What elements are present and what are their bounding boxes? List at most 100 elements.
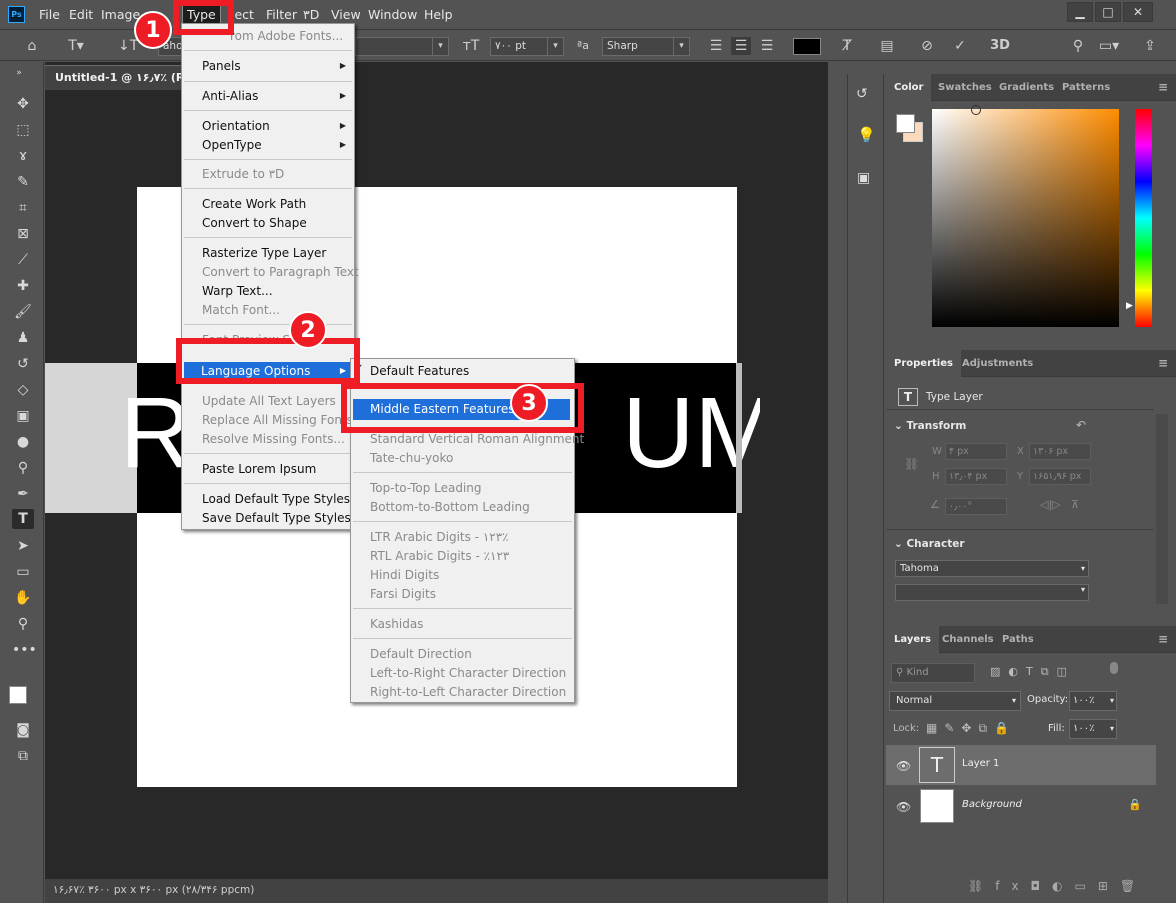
menu-window[interactable]: Window bbox=[368, 7, 417, 22]
fill-field[interactable]: ۱۰۰٪ ▾ bbox=[1069, 719, 1117, 739]
minimize-icon[interactable]: ▁ bbox=[1067, 2, 1093, 22]
transform-section-title[interactable]: ⌄ Transform bbox=[894, 420, 966, 432]
fg-color-chip[interactable] bbox=[896, 114, 915, 133]
history-brush-tool-icon[interactable]: ↺ bbox=[12, 354, 34, 374]
home-icon[interactable]: ⌂ bbox=[22, 37, 42, 55]
hue-slider[interactable] bbox=[1135, 109, 1152, 327]
menu-item-more-from-adobe-fonts[interactable]: rom Adobe Fonts... bbox=[230, 29, 343, 43]
character-font-field[interactable]: Tahoma ▾ bbox=[895, 560, 1089, 577]
menu-item-warp-text[interactable]: Warp Text... bbox=[202, 284, 273, 298]
brush-tool-icon[interactable]: 🖌 bbox=[12, 302, 34, 322]
layer-row-background[interactable]: 👁 Background 🔒 bbox=[886, 786, 1156, 826]
menu-item-orientation[interactable]: Orientation bbox=[202, 119, 270, 133]
character-panel-icon[interactable]: ▤ bbox=[877, 37, 897, 55]
3d-button[interactable]: 3D bbox=[988, 37, 1012, 55]
menu-item-save-default-type-styles[interactable]: Save Default Type Styles bbox=[202, 511, 351, 525]
tab-layers[interactable]: Layers bbox=[886, 626, 939, 653]
menu-item-extrude-to-3d[interactable]: Extrude to ۳D bbox=[202, 167, 284, 181]
rectangle-tool-icon[interactable]: ▭ bbox=[12, 562, 34, 582]
path-select-tool-icon[interactable]: ➤ bbox=[12, 536, 34, 556]
hand-tool-icon[interactable]: ✋ bbox=[12, 588, 34, 608]
share-icon[interactable]: ⇪ bbox=[1140, 37, 1160, 55]
submenu-item-default-direction[interactable]: Default Direction bbox=[370, 647, 472, 661]
submenu-item-standard-vertical[interactable]: Standard Vertical Roman Alignment bbox=[370, 432, 584, 446]
submenu-item-top-to-top-leading[interactable]: Top-to-Top Leading bbox=[370, 481, 482, 495]
stamp-tool-icon[interactable]: ♟ bbox=[12, 328, 34, 348]
x-field[interactable]: ۱۳۰۶ px bbox=[1029, 443, 1091, 460]
blend-mode-select[interactable]: Normal ▾ bbox=[889, 691, 1021, 711]
y-field[interactable]: ۱۶۵۱٫۹۶ px bbox=[1029, 468, 1091, 485]
menu-item-paste-lorem-ipsum[interactable]: Paste Lorem Ipsum bbox=[202, 462, 316, 476]
lock-icons[interactable]: ▦✎✥⧉🔒 bbox=[926, 721, 1016, 736]
submenu-item-farsi-digits[interactable]: Farsi Digits bbox=[370, 587, 436, 601]
pen-tool-icon[interactable]: ✒ bbox=[12, 484, 34, 504]
eraser-tool-icon[interactable]: ◇ bbox=[12, 380, 34, 400]
width-field[interactable]: ۴ px bbox=[945, 443, 1007, 460]
maximize-icon[interactable]: □ bbox=[1095, 2, 1121, 22]
character-style-field[interactable]: ▾ bbox=[895, 584, 1089, 601]
submenu-item-bottom-to-bottom-leading[interactable]: Bottom-to-Bottom Leading bbox=[370, 500, 530, 514]
gradient-tool-icon[interactable]: ▣ bbox=[12, 406, 34, 426]
history-icon[interactable]: ↺ bbox=[856, 86, 868, 102]
tab-adjustments[interactable]: Adjustments bbox=[954, 350, 1041, 377]
menu-item-anti-alias[interactable]: Anti-Alias bbox=[202, 89, 258, 103]
tab-patterns[interactable]: Patterns bbox=[1054, 74, 1118, 101]
crop-tool-icon[interactable]: ⌗ bbox=[12, 198, 34, 218]
frame-tool-icon[interactable]: ⊠ bbox=[12, 224, 34, 244]
color-field[interactable] bbox=[932, 109, 1119, 327]
warp-text-icon[interactable]: Ⱦ bbox=[838, 37, 856, 55]
lock-icon[interactable]: 🔒 bbox=[1128, 798, 1142, 811]
type-tool-preset-icon[interactable]: T▾ bbox=[64, 37, 88, 55]
align-center-icon[interactable]: ☰ bbox=[731, 37, 751, 55]
menu-item-rasterize-type-layer[interactable]: Rasterize Type Layer bbox=[202, 246, 326, 260]
menu-item-update-all-text-layers[interactable]: Update All Text Layers bbox=[202, 394, 336, 408]
eye-icon[interactable]: 👁 bbox=[896, 800, 911, 814]
tab-gradients[interactable]: Gradients bbox=[991, 74, 1062, 101]
tab-color[interactable]: Color bbox=[886, 74, 932, 101]
menu-item-convert-to-paragraph-text[interactable]: Convert to Paragraph Text bbox=[202, 265, 359, 279]
properties-scrollbar[interactable] bbox=[1156, 414, 1168, 604]
workspace-icon[interactable]: ▭▾ bbox=[1098, 37, 1120, 55]
menu-item-resolve-missing-fonts[interactable]: Resolve Missing Fonts... bbox=[202, 432, 345, 446]
menu-filter[interactable]: Filter bbox=[266, 7, 297, 22]
menu-edit[interactable]: Edit bbox=[69, 7, 93, 22]
flip-horizontal-icon[interactable]: ◁|▷ bbox=[1040, 498, 1061, 511]
tab-channels[interactable]: Channels bbox=[934, 626, 1002, 653]
libraries-icon[interactable]: ▣ bbox=[857, 170, 870, 186]
dodge-tool-icon[interactable]: ⚲ bbox=[12, 458, 34, 478]
menu-item-convert-to-shape[interactable]: Convert to Shape bbox=[202, 216, 307, 230]
cancel-icon[interactable]: ⊘ bbox=[917, 37, 937, 55]
link-icon[interactable]: ⛓ bbox=[904, 457, 919, 471]
healing-brush-tool-icon[interactable]: ✚ bbox=[12, 276, 34, 296]
layer-filter-icons[interactable]: ▨◐T⧉◫ bbox=[990, 665, 1075, 679]
layer-footer-icons[interactable]: ⛓fx◘◐▭⊞🗑 bbox=[968, 879, 1147, 893]
tab-properties[interactable]: Properties bbox=[886, 350, 961, 377]
menu-file[interactable]: File bbox=[39, 7, 60, 22]
search-icon[interactable]: ⚲ bbox=[1068, 37, 1088, 55]
learn-icon[interactable]: 💡 bbox=[857, 126, 876, 144]
align-left-icon[interactable]: ☰ bbox=[707, 37, 725, 55]
submenu-item-rtl-character-direction[interactable]: Right-to-Left Character Direction bbox=[370, 685, 566, 699]
submenu-item-kashidas[interactable]: Kashidas bbox=[370, 617, 423, 631]
menu-select[interactable]: lect bbox=[231, 7, 254, 22]
menu-help[interactable]: Help bbox=[424, 7, 453, 22]
foreground-color-swatch[interactable] bbox=[9, 686, 27, 704]
flip-vertical-icon[interactable]: ⊼ bbox=[1071, 498, 1079, 511]
submenu-item-ltr-character-direction[interactable]: Left-to-Right Character Direction bbox=[370, 666, 566, 680]
menu-item-panels[interactable]: Panels bbox=[202, 59, 241, 73]
submenu-item-rtl-arabic-digits[interactable]: RTL Arabic Digits - ٪۱۲۳ bbox=[370, 549, 509, 563]
font-size-field[interactable]: ۷۰۰ pt ▾ bbox=[490, 37, 564, 56]
panel-menu-icon[interactable]: ≡ bbox=[1150, 626, 1176, 653]
text-color-swatch[interactable] bbox=[793, 38, 821, 55]
panel-menu-icon[interactable]: ≡ bbox=[1150, 74, 1176, 101]
height-field[interactable]: ۱۳٫۰۴ px bbox=[945, 468, 1007, 485]
filter-toggle[interactable] bbox=[1110, 662, 1118, 674]
commit-icon[interactable]: ✓ bbox=[950, 37, 970, 55]
hue-slider-handle[interactable]: ▶ bbox=[1126, 301, 1133, 311]
quick-select-tool-icon[interactable]: ✎ bbox=[12, 172, 34, 192]
screen-mode-icon[interactable]: ⧉ bbox=[12, 746, 34, 766]
menu-image[interactable]: Image bbox=[101, 7, 140, 22]
collapse-icon[interactable]: » bbox=[8, 63, 30, 83]
align-right-icon[interactable]: ☰ bbox=[758, 37, 776, 55]
menu-3d[interactable]: ۳D bbox=[303, 7, 319, 22]
